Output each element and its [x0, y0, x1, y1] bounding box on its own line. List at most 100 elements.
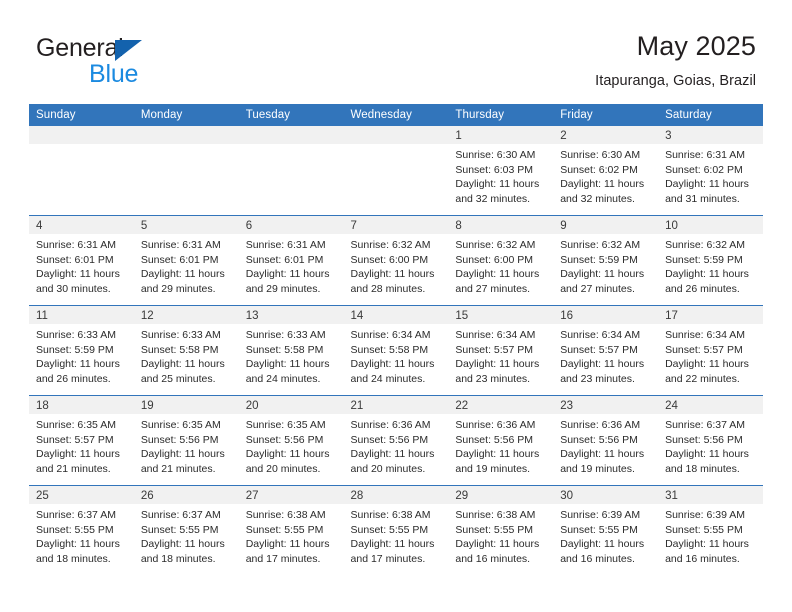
day-cell-inner: 19 Sunrise: 6:35 AM Sunset: 5:56 PM Dayligh…: [133, 396, 239, 485]
day-cell-inner: 9 Sunrise: 6:32 AM Sunset: 5:59 PM Daylight…: [553, 216, 659, 305]
daylight-duration-line2: and 21 minutes.: [36, 462, 111, 475]
sunrise-time: Sunrise: 6:37 AM: [36, 509, 116, 521]
daylight-duration-line2: and 29 minutes.: [140, 282, 216, 295]
calendar-day-cell[interactable]: 22 Sunrise: 6:36 AM Sunset: 5:56 PM Dayligh…: [448, 395, 554, 486]
day-number: 5: [140, 220, 148, 232]
calendar-day-cell[interactable]: 30 Sunrise: 6:39 AM Sunset: 5:55 PM Dayligh…: [553, 485, 659, 575]
calendar-day-cell[interactable]: 8 Sunrise: 6:32 AM Sunset: 6:00 PM Daylight…: [448, 215, 554, 306]
calendar-day-cell[interactable]: 26 Sunrise: 6:37 AM Sunset: 5:55 PM Dayligh…: [133, 485, 239, 575]
calendar-day-cell[interactable]: 13 Sunrise: 6:33 AM Sunset: 5:58 PM Dayligh…: [238, 305, 344, 396]
calendar-day-cell[interactable]: 25 Sunrise: 6:37 AM Sunset: 5:55 PM Dayligh…: [29, 485, 134, 575]
daylight-duration-line1: Daylight: 11 hours: [36, 538, 120, 551]
day-cell-inner: 14 Sunrise: 6:34 AM Sunset: 5:58 PM Dayligh…: [343, 306, 449, 395]
day-details: Sunrise: 6:38 AM Sunset: 5:55 PM Daylight:…: [344, 504, 449, 566]
daylight-duration-line1: Daylight: 11 hours: [140, 538, 225, 551]
sunset-time: Sunset: 5:56 PM: [350, 433, 429, 446]
daylight-duration-line2: and 27 minutes.: [560, 282, 635, 295]
daylight-duration-line1: Daylight: 11 hours: [245, 538, 330, 551]
weekday-header-saturday: Saturday: [658, 104, 763, 126]
logo-triangle-icon: [115, 40, 142, 61]
daylight-duration-line2: and 24 minutes.: [245, 372, 321, 385]
calendar-cell-empty: [133, 126, 239, 216]
general-blue-logo[interactable]: General Blue: [36, 34, 226, 90]
calendar-day-cell[interactable]: 14 Sunrise: 6:34 AM Sunset: 5:58 PM Dayligh…: [343, 305, 449, 396]
sunset-time: Sunset: 6:00 PM: [350, 253, 429, 266]
calendar-day-cell[interactable]: 19 Sunrise: 6:35 AM Sunset: 5:56 PM Dayligh…: [133, 395, 239, 486]
daylight-duration-line1: Daylight: 11 hours: [140, 358, 225, 371]
daylight-duration-line2: and 22 minutes.: [665, 372, 740, 385]
calendar-head: Sunday Monday Tuesday Wednesday Thursday…: [29, 104, 763, 126]
day-number: 16: [560, 310, 574, 322]
day-details: Sunrise: 6:36 AM Sunset: 5:56 PM Daylight:…: [344, 414, 449, 476]
day-details: Sunrise: 6:34 AM Sunset: 5:57 PM Daylight:…: [448, 324, 553, 386]
calendar-day-cell[interactable]: 12 Sunrise: 6:33 AM Sunset: 5:58 PM Dayligh…: [133, 305, 239, 396]
sunrise-time: Sunrise: 6:32 AM: [455, 239, 536, 251]
sunrise-time: Sunrise: 6:36 AM: [560, 419, 641, 431]
sunset-time: Sunset: 5:55 PM: [665, 523, 743, 536]
calendar-day-cell[interactable]: 29 Sunrise: 6:38 AM Sunset: 5:55 PM Dayligh…: [448, 485, 554, 575]
day-details: Sunrise: 6:31 AM Sunset: 6:02 PM Daylight:…: [658, 144, 763, 206]
day-number: 19: [140, 400, 154, 412]
daylight-duration-line2: and 19 minutes.: [560, 462, 635, 475]
day-cell-inner: 24 Sunrise: 6:37 AM Sunset: 5:56 PM Dayligh…: [658, 396, 763, 485]
day-cell-inner: 13 Sunrise: 6:33 AM Sunset: 5:58 PM Dayligh…: [238, 306, 344, 395]
daylight-duration-line1: Daylight: 11 hours: [665, 538, 749, 551]
day-cell-inner: 5 Sunrise: 6:31 AM Sunset: 6:01 PM Daylight…: [133, 216, 239, 305]
daylight-duration-line2: and 23 minutes.: [560, 372, 635, 385]
calendar-day-cell[interactable]: 3 Sunrise: 6:31 AM Sunset: 6:02 PM Daylight…: [658, 126, 763, 216]
calendar-day-cell[interactable]: 20 Sunrise: 6:35 AM Sunset: 5:56 PM Dayligh…: [238, 395, 344, 486]
day-cell-inner: 3 Sunrise: 6:31 AM Sunset: 6:02 PM Daylight…: [658, 126, 763, 215]
calendar-day-cell[interactable]: 31 Sunrise: 6:39 AM Sunset: 5:55 PM Dayligh…: [658, 485, 763, 575]
day-number: 8: [455, 220, 462, 232]
sunrise-time: Sunrise: 6:39 AM: [665, 509, 746, 521]
calendar-page: General Blue May 2025 Itapuranga, Goias,…: [0, 0, 792, 612]
calendar-day-cell[interactable]: 11 Sunrise: 6:33 AM Sunset: 5:59 PM Dayligh…: [29, 305, 134, 396]
daylight-duration-line1: Daylight: 11 hours: [350, 538, 435, 551]
calendar-day-cell[interactable]: 7 Sunrise: 6:32 AM Sunset: 6:00 PM Daylight…: [343, 215, 449, 306]
day-details: Sunrise: 6:33 AM Sunset: 5:58 PM Daylight:…: [239, 324, 344, 386]
calendar-day-cell[interactable]: 5 Sunrise: 6:31 AM Sunset: 6:01 PM Daylight…: [133, 215, 239, 306]
calendar-day-cell[interactable]: 2 Sunrise: 6:30 AM Sunset: 6:02 PM Daylight…: [553, 126, 659, 216]
day-cell-inner: 16 Sunrise: 6:34 AM Sunset: 5:57 PM Dayligh…: [553, 306, 659, 395]
daylight-duration-line2: and 32 minutes.: [455, 192, 531, 205]
sunset-time: Sunset: 5:58 PM: [245, 343, 324, 356]
calendar-day-cell[interactable]: 9 Sunrise: 6:32 AM Sunset: 5:59 PM Daylight…: [553, 215, 659, 306]
calendar-day-cell[interactable]: 17 Sunrise: 6:34 AM Sunset: 5:57 PM Dayligh…: [658, 305, 763, 396]
day-number: 15: [455, 310, 469, 322]
calendar-day-cell[interactable]: 16 Sunrise: 6:34 AM Sunset: 5:57 PM Dayligh…: [553, 305, 659, 396]
calendar-day-cell[interactable]: 6 Sunrise: 6:31 AM Sunset: 6:01 PM Daylight…: [238, 215, 344, 306]
sunset-time: Sunset: 5:59 PM: [36, 343, 114, 356]
day-details: Sunrise: 6:31 AM Sunset: 6:01 PM Daylight:…: [239, 234, 344, 296]
day-cell-inner: 28 Sunrise: 6:38 AM Sunset: 5:55 PM Dayligh…: [343, 486, 449, 575]
calendar-day-cell[interactable]: 28 Sunrise: 6:38 AM Sunset: 5:55 PM Dayligh…: [343, 485, 449, 575]
weekday-header-monday: Monday: [133, 104, 239, 126]
calendar-day-cell[interactable]: 24 Sunrise: 6:37 AM Sunset: 5:56 PM Dayligh…: [658, 395, 763, 486]
sunrise-time: Sunrise: 6:37 AM: [140, 509, 221, 521]
calendar-day-cell[interactable]: 15 Sunrise: 6:34 AM Sunset: 5:57 PM Dayligh…: [448, 305, 554, 396]
sunrise-time: Sunrise: 6:32 AM: [560, 239, 641, 251]
sunrise-time: Sunrise: 6:32 AM: [665, 239, 746, 251]
sunrise-time: Sunrise: 6:33 AM: [245, 329, 326, 341]
calendar-day-cell[interactable]: 10 Sunrise: 6:32 AM Sunset: 5:59 PM Dayligh…: [658, 215, 763, 306]
sunrise-time: Sunrise: 6:38 AM: [455, 509, 536, 521]
daylight-duration-line2: and 19 minutes.: [455, 462, 531, 475]
sunset-time: Sunset: 5:55 PM: [36, 523, 114, 536]
daylight-duration-line2: and 28 minutes.: [350, 282, 426, 295]
day-number: 14: [350, 310, 364, 322]
day-details: Sunrise: 6:35 AM Sunset: 5:56 PM Daylight:…: [239, 414, 344, 476]
daylight-duration-line1: Daylight: 11 hours: [560, 268, 645, 281]
calendar-body: 1 Sunrise: 6:30 AM Sunset: 6:03 PM Daylight…: [29, 126, 763, 575]
calendar-day-cell[interactable]: 23 Sunrise: 6:36 AM Sunset: 5:56 PM Dayligh…: [553, 395, 659, 486]
daylight-duration-line2: and 26 minutes.: [36, 372, 111, 385]
calendar-day-cell[interactable]: 27 Sunrise: 6:38 AM Sunset: 5:55 PM Dayligh…: [238, 485, 344, 575]
day-details: Sunrise: 6:33 AM Sunset: 5:58 PM Daylight:…: [134, 324, 239, 386]
day-number: 18: [36, 400, 49, 412]
sunset-time: Sunset: 5:59 PM: [665, 253, 743, 266]
calendar-day-cell[interactable]: 4 Sunrise: 6:31 AM Sunset: 6:01 PM Daylight…: [29, 215, 134, 306]
calendar-day-cell[interactable]: 1 Sunrise: 6:30 AM Sunset: 6:03 PM Daylight…: [448, 126, 554, 216]
sunrise-time: Sunrise: 6:31 AM: [245, 239, 326, 251]
calendar-day-cell[interactable]: 18 Sunrise: 6:35 AM Sunset: 5:57 PM Dayligh…: [29, 395, 134, 486]
day-number: 23: [560, 400, 574, 412]
day-cell-inner: 10 Sunrise: 6:32 AM Sunset: 5:59 PM Dayligh…: [658, 216, 763, 305]
calendar-day-cell[interactable]: 21 Sunrise: 6:36 AM Sunset: 5:56 PM Dayligh…: [343, 395, 449, 486]
